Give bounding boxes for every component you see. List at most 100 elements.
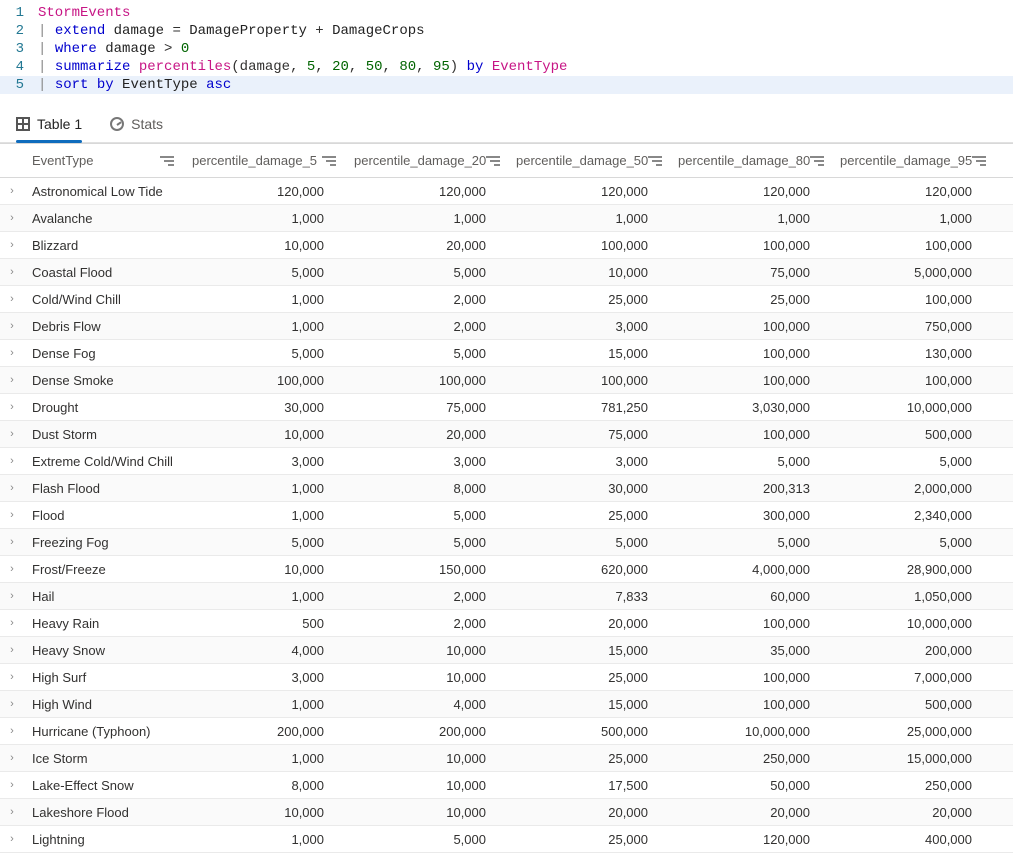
code-line[interactable]: 3| where damage > 0 <box>0 40 1013 58</box>
column-header-eventtype[interactable]: EventType <box>24 153 184 168</box>
expand-row-icon[interactable]: › <box>0 401 24 413</box>
cell-value: 120,000 <box>346 184 508 199</box>
expand-row-icon[interactable]: › <box>0 428 24 440</box>
tab-table[interactable]: Table 1 <box>16 116 82 142</box>
table-row[interactable]: ›Dust Storm10,00020,00075,000100,000500,… <box>0 421 1013 448</box>
code-line[interactable]: 5| sort by EventType asc <box>0 76 1013 94</box>
tab-stats[interactable]: Stats <box>110 116 163 142</box>
column-menu-icon[interactable] <box>810 155 824 167</box>
table-row[interactable]: ›Freezing Fog5,0005,0005,0005,0005,000 <box>0 529 1013 556</box>
expand-row-icon[interactable]: › <box>0 806 24 818</box>
expand-row-icon[interactable]: › <box>0 644 24 656</box>
column-header-label: percentile_damage_80 <box>678 153 810 168</box>
expand-row-icon[interactable]: › <box>0 590 24 602</box>
column-menu-icon[interactable] <box>648 155 662 167</box>
expand-row-icon[interactable]: › <box>0 509 24 521</box>
table-row[interactable]: ›Ice Storm1,00010,00025,000250,00015,000… <box>0 745 1013 772</box>
code-content[interactable]: | sort by EventType asc <box>38 76 1013 94</box>
table-row[interactable]: ›High Wind1,0004,00015,000100,000500,000 <box>0 691 1013 718</box>
expand-row-icon[interactable]: › <box>0 293 24 305</box>
expand-row-icon[interactable]: › <box>0 563 24 575</box>
table-row[interactable]: ›Blizzard10,00020,000100,000100,000100,0… <box>0 232 1013 259</box>
table-row[interactable]: ›Dense Fog5,0005,00015,000100,000130,000 <box>0 340 1013 367</box>
cell-value: 1,000 <box>184 589 346 604</box>
code-line[interactable]: 2| extend damage = DamageProperty + Dama… <box>0 22 1013 40</box>
code-content[interactable]: | extend damage = DamageProperty + Damag… <box>38 22 1013 40</box>
cell-value: 28,900,000 <box>832 562 994 577</box>
table-row[interactable]: ›Heavy Rain5002,00020,000100,00010,000,0… <box>0 610 1013 637</box>
column-header-percentile_damage_5[interactable]: percentile_damage_5 <box>184 153 346 168</box>
expand-row-icon[interactable]: › <box>0 671 24 683</box>
column-menu-icon[interactable] <box>486 155 500 167</box>
table-row[interactable]: ›Lightning1,0005,00025,000120,000400,000 <box>0 826 1013 853</box>
table-row[interactable]: ›Avalanche1,0001,0001,0001,0001,000 <box>0 205 1013 232</box>
table-row[interactable]: ›Cold/Wind Chill1,0002,00025,00025,00010… <box>0 286 1013 313</box>
column-header-percentile_damage_50[interactable]: percentile_damage_50 <box>508 153 670 168</box>
cell-value: 5,000 <box>346 832 508 847</box>
cell-value: 5,000 <box>346 265 508 280</box>
table-row[interactable]: ›High Surf3,00010,00025,000100,0007,000,… <box>0 664 1013 691</box>
expand-row-icon[interactable]: › <box>0 347 24 359</box>
column-header-percentile_damage_80[interactable]: percentile_damage_80 <box>670 153 832 168</box>
table-row[interactable]: ›Coastal Flood5,0005,00010,00075,0005,00… <box>0 259 1013 286</box>
cell-value: 5,000 <box>832 535 994 550</box>
table-row[interactable]: ›Dense Smoke100,000100,000100,000100,000… <box>0 367 1013 394</box>
expand-row-icon[interactable]: › <box>0 320 24 332</box>
cell-eventtype: Lakeshore Flood <box>24 805 184 820</box>
cell-value: 1,000 <box>184 211 346 226</box>
code-content[interactable]: | summarize percentiles(damage, 5, 20, 5… <box>38 58 1013 76</box>
cell-eventtype: Heavy Rain <box>24 616 184 631</box>
expand-row-icon[interactable]: › <box>0 752 24 764</box>
table-row[interactable]: ›Hurricane (Typhoon)200,000200,000500,00… <box>0 718 1013 745</box>
query-editor[interactable]: 1StormEvents2| extend damage = DamagePro… <box>0 0 1013 102</box>
table-row[interactable]: ›Frost/Freeze10,000150,000620,0004,000,0… <box>0 556 1013 583</box>
expand-row-icon[interactable]: › <box>0 617 24 629</box>
expand-row-icon[interactable]: › <box>0 212 24 224</box>
cell-value: 100,000 <box>670 238 832 253</box>
expand-row-icon[interactable]: › <box>0 833 24 845</box>
expand-row-icon[interactable]: › <box>0 698 24 710</box>
table-row[interactable]: ›Heavy Snow4,00010,00015,00035,000200,00… <box>0 637 1013 664</box>
code-content[interactable]: StormEvents <box>38 4 1013 22</box>
expand-row-icon[interactable]: › <box>0 266 24 278</box>
column-menu-icon[interactable] <box>322 155 336 167</box>
cell-value: 100,000 <box>670 346 832 361</box>
table-row[interactable]: ›Hail1,0002,0007,83360,0001,050,000 <box>0 583 1013 610</box>
table-row[interactable]: ›Flash Flood1,0008,00030,000200,3132,000… <box>0 475 1013 502</box>
cell-value: 25,000 <box>508 292 670 307</box>
expand-row-icon[interactable]: › <box>0 455 24 467</box>
table-row[interactable]: ›Astronomical Low Tide120,000120,000120,… <box>0 178 1013 205</box>
table-row[interactable]: ›Drought30,00075,000781,2503,030,00010,0… <box>0 394 1013 421</box>
code-line[interactable]: 4| summarize percentiles(damage, 5, 20, … <box>0 58 1013 76</box>
table-row[interactable]: ›Extreme Cold/Wind Chill3,0003,0003,0005… <box>0 448 1013 475</box>
cell-value: 7,833 <box>508 589 670 604</box>
cell-value: 300,000 <box>670 508 832 523</box>
cell-value: 10,000 <box>184 805 346 820</box>
cell-eventtype: Flash Flood <box>24 481 184 496</box>
expand-row-icon[interactable]: › <box>0 725 24 737</box>
column-header-percentile_damage_20[interactable]: percentile_damage_20 <box>346 153 508 168</box>
column-menu-icon[interactable] <box>972 155 986 167</box>
code-line[interactable]: 1StormEvents <box>0 4 1013 22</box>
expand-row-icon[interactable]: › <box>0 374 24 386</box>
cell-value: 1,000 <box>184 508 346 523</box>
column-header-percentile_damage_95[interactable]: percentile_damage_95 <box>832 153 994 168</box>
line-number: 2 <box>0 22 38 40</box>
expand-row-icon[interactable]: › <box>0 482 24 494</box>
column-menu-icon[interactable] <box>160 155 174 167</box>
cell-value: 100,000 <box>670 616 832 631</box>
cell-value: 1,000 <box>184 751 346 766</box>
table-row[interactable]: ›Flood1,0005,00025,000300,0002,340,000 <box>0 502 1013 529</box>
expand-row-icon[interactable]: › <box>0 239 24 251</box>
expand-row-icon[interactable]: › <box>0 185 24 197</box>
code-content[interactable]: | where damage > 0 <box>38 40 1013 58</box>
expand-row-icon[interactable]: › <box>0 779 24 791</box>
cell-eventtype: High Wind <box>24 697 184 712</box>
cell-value: 2,000 <box>346 319 508 334</box>
cell-value: 1,000 <box>346 211 508 226</box>
tab-table-label: Table 1 <box>37 116 82 132</box>
table-row[interactable]: ›Debris Flow1,0002,0003,000100,000750,00… <box>0 313 1013 340</box>
table-row[interactable]: ›Lake-Effect Snow8,00010,00017,50050,000… <box>0 772 1013 799</box>
cell-value: 5,000 <box>346 535 508 550</box>
expand-row-icon[interactable]: › <box>0 536 24 548</box>
